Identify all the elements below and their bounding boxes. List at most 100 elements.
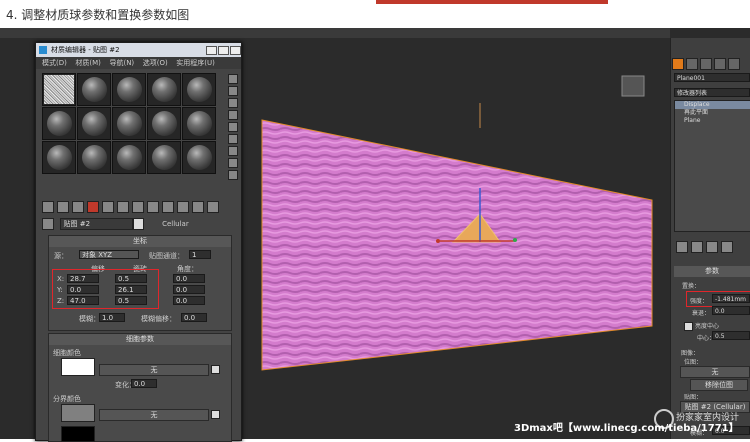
- make-preview-icon[interactable]: [228, 134, 238, 144]
- source-dropdown[interactable]: 对象 XYZ: [79, 250, 139, 259]
- material-sphere: [117, 111, 142, 136]
- pin-stack-icon[interactable]: [676, 241, 688, 253]
- go-forward-icon[interactable]: [207, 201, 219, 213]
- show-map-icon[interactable]: [162, 201, 174, 213]
- bitmap-button[interactable]: 无: [680, 366, 750, 378]
- material-slot[interactable]: [42, 107, 76, 140]
- tab-modify-icon[interactable]: [686, 58, 698, 70]
- chevron-down-icon[interactable]: [132, 218, 144, 230]
- material-slot[interactable]: [182, 141, 216, 174]
- division-color-swatch[interactable]: [61, 404, 95, 422]
- material-slot[interactable]: [147, 141, 181, 174]
- cell-color-swatch[interactable]: [61, 358, 95, 376]
- material-slot[interactable]: [112, 141, 146, 174]
- get-material-icon[interactable]: [42, 201, 54, 213]
- coordinates-rollout: 坐标 源： 对象 XYZ 贴图通道： 1 偏移 瓷砖 角度： X: 28.7 0…: [48, 235, 232, 331]
- material-sphere: [152, 111, 177, 136]
- material-slot[interactable]: [77, 107, 111, 140]
- show-end-result-icon[interactable]: [177, 201, 189, 213]
- variation-input[interactable]: 0.0: [131, 379, 157, 388]
- material-toolbar: [42, 201, 237, 215]
- map-channel-input[interactable]: 1: [189, 250, 211, 259]
- make-unique-icon[interactable]: [117, 201, 129, 213]
- maximize-icon[interactable]: [218, 46, 229, 55]
- copy-material-icon[interactable]: [102, 201, 114, 213]
- blur-input[interactable]: 1.0: [99, 313, 125, 322]
- material-slot[interactable]: [147, 107, 181, 140]
- object-name-field[interactable]: Plane001: [674, 73, 750, 82]
- cell-color-map-button[interactable]: 无: [99, 364, 209, 376]
- material-sphere: [187, 77, 212, 102]
- tab-hierarchy-icon[interactable]: [700, 58, 712, 70]
- material-slot[interactable]: [112, 73, 146, 106]
- params-header[interactable]: 参数: [674, 266, 750, 277]
- menu-utilities[interactable]: 实用程序(U): [176, 57, 215, 69]
- material-slot[interactable]: [182, 107, 216, 140]
- select-by-material-icon[interactable]: [228, 158, 238, 168]
- background-icon[interactable]: [228, 98, 238, 108]
- stack-item-plane[interactable]: Plane: [675, 117, 750, 125]
- put-to-scene-icon[interactable]: [57, 201, 69, 213]
- angle-y-input[interactable]: 0.0: [173, 285, 205, 294]
- material-id-icon[interactable]: [147, 201, 159, 213]
- cell-params-header[interactable]: 细胞参数: [49, 334, 231, 345]
- material-slot[interactable]: [77, 73, 111, 106]
- assign-to-selection-icon[interactable]: [72, 201, 84, 213]
- cell-color-checkbox[interactable]: [211, 365, 220, 374]
- material-editor-titlebar[interactable]: 材质编辑器 - 贴图 #2: [36, 43, 241, 57]
- blur-offset-input[interactable]: 0.0: [181, 313, 207, 322]
- angle-x-input[interactable]: 0.0: [173, 274, 205, 283]
- minimize-icon[interactable]: [206, 46, 217, 55]
- material-slot[interactable]: [77, 141, 111, 174]
- show-end-icon[interactable]: [691, 241, 703, 253]
- tab-motion-icon[interactable]: [714, 58, 726, 70]
- center-input[interactable]: 0.5: [712, 331, 750, 340]
- sample-type-icon[interactable]: [228, 74, 238, 84]
- go-to-parent-icon[interactable]: [192, 201, 204, 213]
- material-slot[interactable]: [42, 73, 76, 106]
- eyedropper-icon[interactable]: [42, 218, 54, 230]
- stack-item-note[interactable]: 再此平面: [675, 109, 750, 117]
- menu-navigation[interactable]: 导航(N): [109, 57, 134, 69]
- tab-create-icon[interactable]: [672, 58, 684, 70]
- close-icon[interactable]: [230, 46, 241, 55]
- strength-highlight: [686, 291, 750, 307]
- video-check-icon[interactable]: [228, 122, 238, 132]
- material-slot[interactable]: [182, 73, 216, 106]
- image-label: 图像：: [681, 350, 700, 357]
- make-unique-icon[interactable]: [706, 241, 718, 253]
- material-slot[interactable]: [42, 141, 76, 174]
- division-color-map-button[interactable]: 无: [99, 409, 209, 421]
- map-name-input[interactable]: 贴图 #2: [59, 218, 133, 230]
- menu-options[interactable]: 选项(O): [143, 57, 168, 69]
- stack-item-displace[interactable]: Displace: [675, 101, 750, 109]
- tab-display-icon[interactable]: [728, 58, 740, 70]
- remove-modifier-icon[interactable]: [721, 241, 733, 253]
- division-color-label: 分界颜色: [53, 395, 81, 403]
- material-sphere: [82, 145, 107, 170]
- backlight-icon[interactable]: [228, 86, 238, 96]
- reset-map-icon[interactable]: [87, 201, 99, 213]
- remove-bitmap-button[interactable]: 移除位图: [690, 379, 748, 391]
- map-type-button[interactable]: Cellular: [162, 220, 189, 228]
- viewcube-icon: [621, 75, 645, 97]
- uv-tiling-icon[interactable]: [228, 110, 238, 120]
- angle-z-input[interactable]: 0.0: [173, 296, 205, 305]
- blur-label: 模糊：: [79, 315, 100, 323]
- luminance-center-checkbox[interactable]: [684, 322, 693, 331]
- modifier-list-dropdown[interactable]: 修改器列表: [674, 88, 750, 97]
- put-to-library-icon[interactable]: [132, 201, 144, 213]
- menu-material[interactable]: 材质(M): [75, 57, 101, 69]
- decay-input[interactable]: 0.0: [712, 306, 750, 315]
- material-editor-window: 材质编辑器 - 贴图 #2 模式(D) 材质(M) 导航(N) 选项(O) 实用…: [35, 42, 242, 442]
- material-sphere: [117, 145, 142, 170]
- material-slot[interactable]: [147, 73, 181, 106]
- division-color-swatch-2[interactable]: [61, 426, 95, 442]
- division-color-checkbox[interactable]: [211, 410, 220, 419]
- header-bar: [376, 0, 608, 4]
- material-slot[interactable]: [112, 107, 146, 140]
- material-navigator-icon[interactable]: [228, 170, 238, 180]
- menu-mode[interactable]: 模式(D): [42, 57, 67, 69]
- coordinates-header[interactable]: 坐标: [49, 236, 231, 247]
- options-icon[interactable]: [228, 146, 238, 156]
